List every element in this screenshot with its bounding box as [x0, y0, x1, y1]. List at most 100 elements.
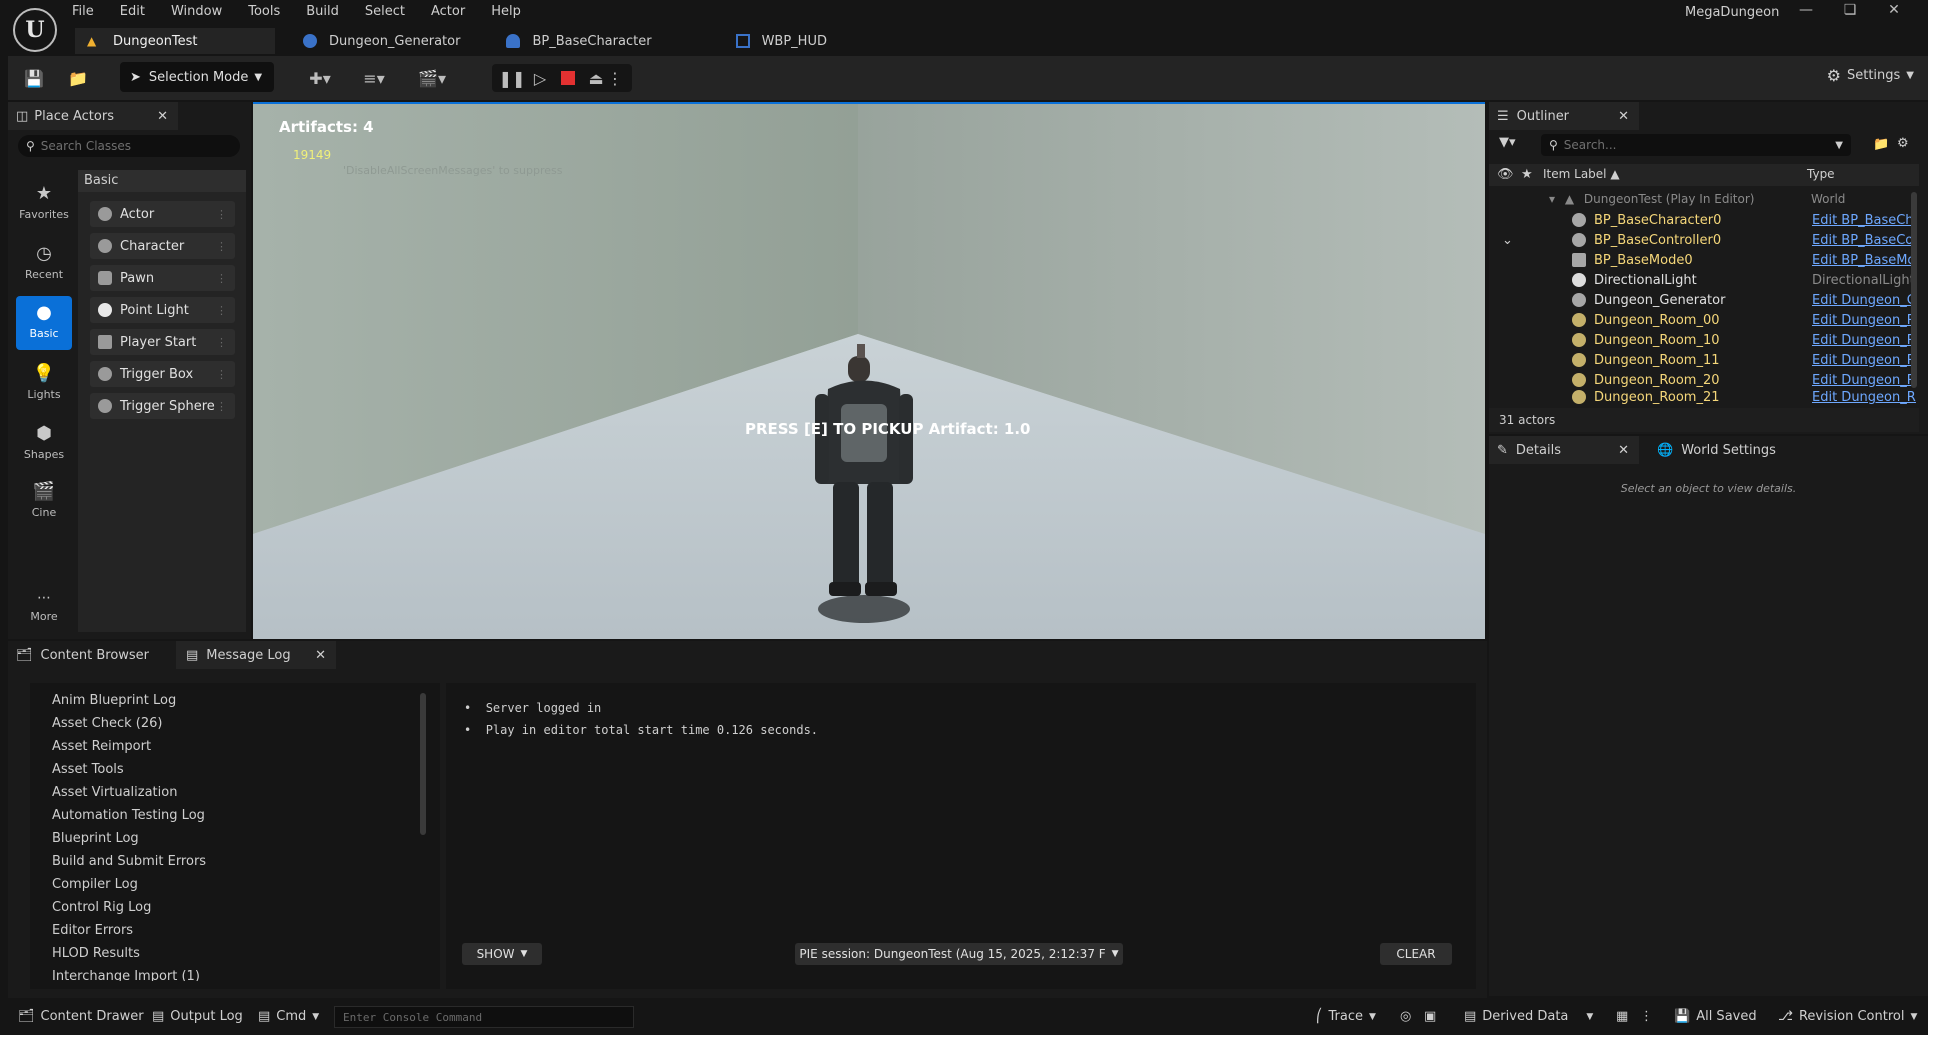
cinematics-icon[interactable]: 🎬▾ — [412, 66, 452, 90]
outliner-row[interactable]: BP_BaseCharacter0 Edit BP_BaseCha — [1490, 210, 1920, 230]
drag-handle-icon[interactable]: ⋮ — [216, 208, 227, 221]
menu-build[interactable]: Build — [306, 2, 339, 24]
eject-icon[interactable]: ⏏ — [584, 66, 608, 90]
column-item-label[interactable]: Item Label ▲ — [1543, 167, 1620, 181]
restore-icon[interactable]: ❏ — [1828, 2, 1872, 18]
drag-handle-icon[interactable]: ⋮ — [216, 368, 227, 381]
stop-icon[interactable] — [556, 66, 580, 90]
drag-handle-icon[interactable]: ⋮ — [216, 400, 227, 413]
outliner-row[interactable]: Dungeon_Room_20 Edit Dungeon_Ro — [1490, 370, 1920, 390]
actor-item-trigger-box[interactable]: Trigger Box ⋮ — [90, 361, 235, 387]
all-saved-button[interactable]: 💾 All Saved — [1674, 1009, 1757, 1024]
actor-item-trigger-sphere[interactable]: Trigger Sphere ⋮ — [90, 393, 235, 419]
log-category-item[interactable]: Asset Virtualization — [52, 785, 177, 800]
blueprint-menu-icon[interactable]: ≡▾ — [354, 66, 394, 90]
tab-wbp-hud[interactable]: WBP_HUD — [724, 28, 839, 54]
category-basic[interactable]: ● Basic — [16, 296, 72, 350]
log-category-item[interactable]: Asset Tools — [52, 762, 124, 777]
menu-edit[interactable]: Edit — [120, 2, 145, 24]
derived-data-dropdown[interactable]: ▤ Derived Data ▼ — [1464, 1009, 1593, 1024]
visibility-eye-icon[interactable]: 👁 — [1497, 167, 1514, 182]
pie-session-dropdown[interactable]: PIE session: DungeonTest (Aug 15, 2025, … — [795, 943, 1123, 965]
outliner-row[interactable]: Dungeon_Room_00 Edit Dungeon_Ro — [1490, 310, 1920, 330]
pin-star-icon[interactable]: ★ — [1521, 167, 1533, 182]
place-actors-tab[interactable]: ◫ Place Actors ✕ — [8, 102, 178, 130]
outliner-search-input[interactable]: ⚲ Search... ▼ — [1541, 134, 1851, 156]
column-type[interactable]: Type — [1807, 167, 1835, 181]
close-icon[interactable]: ✕ — [157, 109, 168, 124]
menu-file[interactable]: File — [72, 2, 94, 24]
actor-item-pawn[interactable]: Pawn ⋮ — [90, 265, 235, 291]
revision-control-dropdown[interactable]: ⎇ Revision Control ▼ — [1778, 1009, 1917, 1024]
category-cine[interactable]: 🎬 Cine — [16, 481, 72, 527]
filter-icon[interactable]: ▼▾ — [1499, 135, 1516, 150]
actor-item-player-start[interactable]: Player Start ⋮ — [90, 329, 235, 355]
trace-dropdown[interactable]: ⎛ Trace ▼ — [1316, 1009, 1376, 1024]
show-button[interactable]: SHOW ▼ — [462, 943, 542, 965]
log-category-item[interactable]: Blueprint Log — [52, 831, 139, 846]
cmd-dropdown[interactable]: ▤ Cmd ▼ — [258, 1009, 319, 1024]
outliner-settings-gear-icon[interactable]: ⚙ — [1897, 136, 1909, 151]
log-category-item[interactable]: HLOD Results — [52, 946, 140, 961]
save-icon[interactable]: 💾 — [22, 66, 46, 90]
settings-button[interactable]: ⚙ Settings ▼ — [1827, 66, 1914, 85]
tab-content-browser[interactable]: 🗂 Content Browser — [8, 641, 149, 669]
menu-actor[interactable]: Actor — [431, 2, 465, 24]
close-icon[interactable]: ✕ — [1618, 443, 1629, 458]
more-options-icon[interactable]: ⋮ — [607, 66, 623, 90]
outliner-row[interactable]: DirectionalLight DirectionalLight — [1490, 270, 1920, 290]
browse-icon[interactable]: 📁 — [66, 66, 90, 90]
drag-handle-icon[interactable]: ⋮ — [216, 272, 227, 285]
outliner-row[interactable]: Dungeon_Room_21 Edit Dungeon_Ro — [1490, 390, 1920, 404]
category-recent[interactable]: ◷ Recent — [16, 243, 72, 289]
actor-item-character[interactable]: Character ⋮ — [90, 233, 235, 259]
live-coding-icon[interactable]: ◎ — [1400, 1009, 1411, 1024]
log-category-item[interactable]: Asset Check (26) — [52, 716, 162, 731]
minimize-icon[interactable]: — — [1784, 2, 1828, 18]
status-more-options-icon[interactable]: ⋮ — [1640, 1009, 1653, 1024]
tab-message-log[interactable]: ▤ Message Log ✕ — [176, 641, 336, 669]
outliner-tab[interactable]: ☰ Outliner ✕ — [1489, 102, 1639, 130]
menu-tools[interactable]: Tools — [248, 2, 280, 24]
menu-help[interactable]: Help — [491, 2, 521, 24]
drag-handle-icon[interactable]: ⋮ — [216, 336, 227, 349]
content-drawer-button[interactable]: 🗂 Content Drawer — [18, 1009, 144, 1024]
add-actor-icon[interactable]: ✚▾ — [300, 66, 340, 90]
category-more[interactable]: ⋯ More — [16, 590, 72, 626]
category-lights[interactable]: 💡 Lights — [16, 363, 72, 409]
outliner-row[interactable]: BP_BaseMode0 Edit BP_BaseMoc — [1490, 250, 1920, 270]
menu-select[interactable]: Select — [365, 2, 405, 24]
source-control-grid-icon[interactable]: ▦ — [1616, 1009, 1628, 1024]
log-category-item[interactable]: Editor Errors — [52, 923, 133, 938]
world-settings-tab[interactable]: 🌐 World Settings — [1649, 436, 1776, 464]
log-category-item[interactable]: Build and Submit Errors — [52, 854, 206, 869]
actor-item-actor[interactable]: Actor ⋮ — [90, 201, 235, 227]
log-category-item[interactable]: Interchange Import (1) — [52, 969, 200, 981]
add-folder-icon[interactable]: 📁 — [1873, 137, 1889, 152]
tab-bp-basecharacter[interactable]: BP_BaseCharacter — [494, 28, 663, 54]
tab-dungeontest[interactable]: ▲ DungeonTest — [75, 28, 275, 54]
output-log-button[interactable]: ▤ Output Log — [152, 1009, 243, 1024]
eye-closed-icon[interactable]: ⌄ — [1502, 233, 1513, 248]
log-category-item[interactable]: Automation Testing Log — [52, 808, 205, 823]
pause-icon[interactable]: ❚❚ — [499, 66, 526, 90]
outliner-row[interactable]: Dungeon_Room_11 Edit Dungeon_Ro — [1490, 350, 1920, 370]
frame-skip-icon[interactable]: ▷ — [528, 66, 552, 90]
level-viewport[interactable]: Artifacts: 4 19149 'DisableAllScreenMess… — [253, 102, 1485, 639]
close-icon[interactable]: ✕ — [315, 648, 326, 663]
details-tab[interactable]: ✎ Details ✕ — [1489, 436, 1639, 464]
log-category-item[interactable]: Asset Reimport — [52, 739, 151, 754]
camera-icon[interactable]: ▣ — [1424, 1009, 1436, 1024]
outliner-root-row[interactable]: ▾ ▲ DungeonTest (Play In Editor) World — [1549, 192, 1919, 212]
category-shapes[interactable]: ⬢ Shapes — [16, 423, 72, 469]
console-command-input[interactable]: Enter Console Command — [334, 1006, 634, 1028]
outliner-row[interactable]: Dungeon_Room_10 Edit Dungeon_Ro — [1490, 330, 1920, 350]
outliner-row[interactable]: Dungeon_Generator Edit Dungeon_Ge — [1490, 290, 1920, 310]
search-classes-input[interactable]: ⚲ Search Classes — [18, 135, 240, 157]
unreal-logo-icon[interactable]: U — [13, 8, 57, 52]
close-icon[interactable]: ✕ — [1618, 109, 1629, 124]
log-category-item[interactable]: Control Rig Log — [52, 900, 151, 915]
menu-window[interactable]: Window — [171, 2, 222, 24]
selection-mode-dropdown[interactable]: ➤ Selection Mode ▼ — [120, 62, 274, 92]
outliner-scrollbar[interactable] — [1911, 192, 1917, 388]
